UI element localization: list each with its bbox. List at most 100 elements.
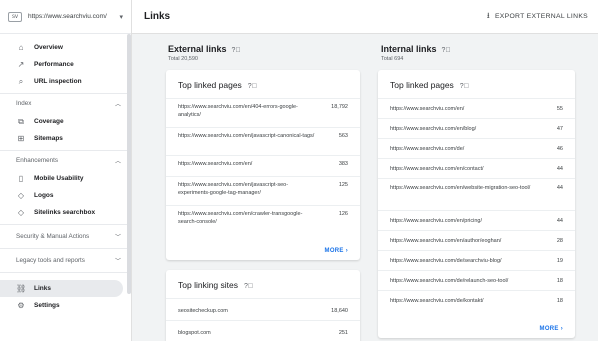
- link-url: https://www.searchviu.com/en/javascript-…: [178, 133, 315, 139]
- section-enhancements[interactable]: Enhancements ︿: [0, 150, 131, 170]
- table-row[interactable]: https://www.searchviu.com/de/ 46: [378, 138, 575, 158]
- phone-icon: ▯: [18, 174, 24, 183]
- sidebar-item-logos[interactable]: ◇ Logos: [0, 187, 131, 204]
- sitemap-icon: ⊞: [17, 134, 25, 143]
- external-top-linking-sites-card: Top linking sites ?⃝ seositecheckup.com 1…: [166, 270, 360, 341]
- table-row[interactable]: https://www.searchviu.com/en/website-mig…: [378, 178, 575, 210]
- sidebar-item-performance[interactable]: ↗ Performance: [0, 56, 131, 73]
- table-row[interactable]: https://www.searchviu.com/de/searchviu-b…: [378, 250, 575, 270]
- link-count: 251: [338, 330, 348, 336]
- sidebar-item-settings[interactable]: ⚙ Settings: [0, 297, 131, 314]
- diamond-icon: ◇: [17, 191, 25, 200]
- link-count: 125: [338, 182, 348, 188]
- sidebar-item-url-inspection[interactable]: ⌕ URL inspection: [0, 73, 131, 90]
- link-count: 55: [556, 106, 563, 112]
- link-count: 44: [556, 185, 563, 191]
- table-row[interactable]: https://www.searchviu.com/en/404-errors-…: [166, 98, 360, 127]
- table-row[interactable]: https://www.searchviu.com/de/kontakt/ 18: [378, 290, 575, 310]
- trend-icon: ↗: [17, 60, 25, 69]
- link-count: 563: [338, 133, 348, 139]
- sidebar-item-mobile-usability[interactable]: ▯ Mobile Usability: [0, 170, 131, 187]
- table-row[interactable]: https://www.searchviu.com/en/blog/ 47: [378, 118, 575, 138]
- link-url: https://www.searchviu.com/en/website-mig…: [390, 185, 531, 191]
- help-icon[interactable]: ?⃝: [244, 283, 253, 290]
- table-row[interactable]: seositecheckup.com 18,640: [166, 298, 360, 320]
- property-selector[interactable]: sv https://www.searchviu.com/ ▾: [0, 0, 131, 34]
- site-favicon-icon: sv: [8, 11, 22, 22]
- link-url: https://www.searchviu.com/de/searchviu-b…: [390, 258, 502, 264]
- link-url: https://www.searchviu.com/en/blog/: [390, 126, 477, 132]
- link-count: 44: [556, 218, 563, 224]
- section-legacy[interactable]: Legacy tools and reports ﹀: [0, 248, 131, 272]
- sidebar-item-coverage[interactable]: ⧉ Coverage: [0, 113, 131, 130]
- table-row[interactable]: https://www.searchviu.com/en/crawler-tra…: [166, 205, 360, 234]
- sidebar-item-overview[interactable]: ⌂ Overview: [0, 39, 131, 56]
- external-links-total: Total 20,590: [168, 56, 198, 62]
- internal-top-linked-pages-card: Top linked pages ?⃝ https://www.searchviu…: [378, 70, 575, 338]
- link-count: 19: [556, 258, 563, 264]
- table-row[interactable]: blogspot.com 251: [166, 320, 360, 341]
- table-row[interactable]: https://www.searchviu.com/en/ 55: [378, 98, 575, 118]
- sidebar-item-sitemaps[interactable]: ⊞ Sitemaps: [0, 130, 131, 147]
- sidebar-item-links[interactable]: ⛓ Links: [0, 280, 123, 297]
- table-row[interactable]: https://www.searchviu.com/de/relaunch-se…: [378, 270, 575, 290]
- link-count: 28: [556, 238, 563, 244]
- chevron-down-icon: ▾: [119, 13, 123, 21]
- top-header: Links ⭳ EXPORT EXTERNAL LINKS: [132, 0, 598, 34]
- internal-links-heading: Internal links ?⃝ Total 694: [381, 44, 451, 62]
- link-count: 383: [338, 161, 348, 167]
- link-url: https://www.searchviu.com/de/: [390, 146, 465, 152]
- table-row[interactable]: https://www.searchviu.com/en/javascript-…: [166, 127, 360, 155]
- table-row[interactable]: https://www.searchviu.com/en/contact/ 44: [378, 158, 575, 178]
- section-security[interactable]: Security & Manual Actions ﹀: [0, 224, 131, 248]
- help-icon[interactable]: ?⃝: [442, 47, 451, 54]
- help-icon[interactable]: ?⃝: [232, 47, 241, 54]
- sidebar-item-label: Sitelinks searchbox: [34, 209, 96, 216]
- link-count: 46: [556, 146, 563, 152]
- table-row[interactable]: https://www.searchviu.com/en/pricing/ 44: [378, 210, 575, 230]
- sidebar-item-label: Settings: [34, 302, 60, 309]
- help-icon[interactable]: ?⃝: [460, 83, 469, 90]
- sidebar-item-label: Performance: [34, 61, 74, 68]
- link-count: 18,640: [331, 308, 348, 314]
- link-count: 18: [556, 298, 563, 304]
- sidebar: sv https://www.searchviu.com/ ▾ ⌂ Overvi…: [0, 0, 132, 341]
- sidebar-scrollbar[interactable]: [127, 34, 131, 294]
- chevron-down-icon: ﹀: [114, 259, 121, 265]
- link-count: 44: [556, 166, 563, 172]
- link-url: https://www.searchviu.com/de/kontakt/: [390, 298, 484, 304]
- diamond-icon: ◇: [17, 208, 25, 217]
- section-index[interactable]: Index ︿: [0, 93, 131, 113]
- sidebar-item-sitelinks-searchbox[interactable]: ◇ Sitelinks searchbox: [0, 204, 131, 221]
- home-icon: ⌂: [18, 43, 24, 52]
- property-url: https://www.searchviu.com/: [28, 13, 107, 20]
- more-button[interactable]: MORE ›: [325, 248, 348, 254]
- link-count: 126: [338, 211, 348, 217]
- export-button[interactable]: ⭳ EXPORT EXTERNAL LINKS: [487, 10, 588, 24]
- link-count: 18: [556, 278, 563, 284]
- site-name: blogspot.com: [178, 330, 211, 336]
- app: sv https://www.searchviu.com/ ▾ ⌂ Overvi…: [0, 0, 598, 341]
- sidebar-item-label: Coverage: [34, 118, 64, 125]
- section-label: Legacy tools and reports: [16, 257, 85, 264]
- sidebar-item-label: Logos: [34, 192, 54, 199]
- card-title: Top linking sites: [178, 280, 239, 290]
- help-icon[interactable]: ?⃝: [248, 83, 257, 90]
- table-row[interactable]: https://www.searchviu.com/en/javascript-…: [166, 176, 360, 205]
- external-links-title: External links: [168, 44, 227, 54]
- table-row[interactable]: https://www.searchviu.com/en/ 383: [166, 155, 360, 176]
- internal-links-total: Total 694: [381, 56, 404, 62]
- sidebar-item-label: Links: [34, 285, 51, 292]
- external-links-heading: External links ?⃝ Total 20,590: [168, 44, 241, 62]
- more-button[interactable]: MORE ›: [540, 326, 563, 332]
- table-row[interactable]: https://www.searchviu.com/en/author/eogh…: [378, 230, 575, 250]
- link-url: https://www.searchviu.com/en/author/eogh…: [390, 238, 502, 244]
- sidebar-item-label: Sitemaps: [34, 135, 63, 142]
- chevron-up-icon: ︿: [114, 102, 121, 108]
- section-label: Security & Manual Actions: [16, 233, 90, 240]
- sidebar-item-label: Overview: [34, 44, 63, 51]
- sidebar-item-label: Mobile Usability: [34, 175, 84, 182]
- sidebar-item-label: URL inspection: [34, 78, 82, 85]
- link-url: https://www.searchviu.com/de/relaunch-se…: [390, 278, 509, 284]
- coverage-icon: ⧉: [18, 116, 24, 126]
